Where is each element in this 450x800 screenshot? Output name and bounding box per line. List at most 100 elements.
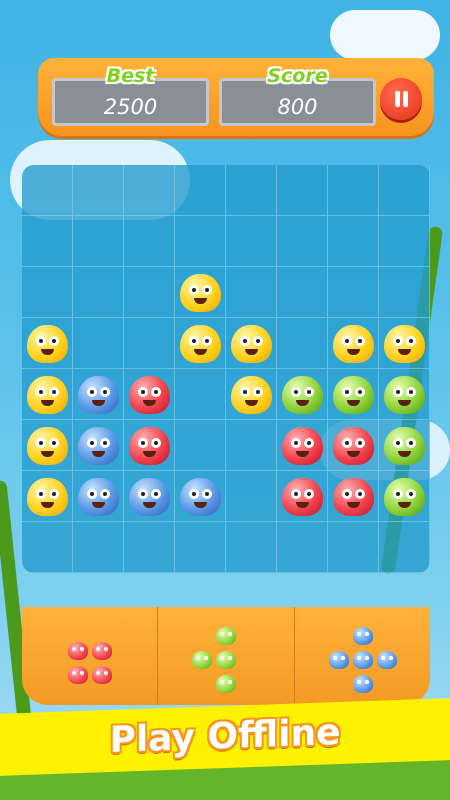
tray-slot-1[interactable] <box>22 607 159 705</box>
board-cell[interactable] <box>124 318 175 369</box>
board-cell[interactable] <box>22 216 73 267</box>
board-cell[interactable] <box>175 216 226 267</box>
green-monster-tile <box>384 376 425 414</box>
board-cell[interactable] <box>73 522 124 573</box>
board-cell[interactable] <box>175 369 226 420</box>
board-cell[interactable] <box>175 165 226 216</box>
blue-mini-monster <box>352 627 373 645</box>
board-cell[interactable] <box>175 420 226 471</box>
board-cell[interactable] <box>379 420 430 471</box>
red-mini-monster <box>68 666 88 684</box>
score-label: Score <box>267 65 328 87</box>
board-cell[interactable] <box>277 318 328 369</box>
board-cell[interactable] <box>226 522 277 573</box>
board-cell[interactable] <box>328 267 379 318</box>
board-cell[interactable] <box>175 318 226 369</box>
board-cell[interactable] <box>226 471 277 522</box>
board-cell[interactable] <box>277 267 328 318</box>
board-cell[interactable] <box>328 420 379 471</box>
red-monster-tile <box>282 427 323 465</box>
blue-monster-tile <box>78 478 119 516</box>
board-cell[interactable] <box>328 522 379 573</box>
board-cell[interactable] <box>73 165 124 216</box>
board-cell[interactable] <box>226 165 277 216</box>
blue-monster-tile <box>180 478 221 516</box>
green-monster-tile <box>384 427 425 465</box>
board-cell[interactable] <box>73 369 124 420</box>
yellow-monster-tile <box>180 325 221 363</box>
game-board[interactable] <box>22 165 430 573</box>
blue-mini-monster <box>376 651 397 669</box>
board-cell[interactable] <box>22 318 73 369</box>
board-cell[interactable] <box>73 267 124 318</box>
board-cell[interactable] <box>175 267 226 318</box>
best-value: 2500 <box>103 95 158 119</box>
blue-mini-monster <box>328 651 349 669</box>
board-cell[interactable] <box>175 471 226 522</box>
yellow-monster-tile <box>180 274 221 312</box>
tray-slot-2[interactable] <box>158 607 295 705</box>
board-cell[interactable] <box>328 471 379 522</box>
cloud-decoration <box>330 10 440 60</box>
board-cell[interactable] <box>73 420 124 471</box>
board-cell[interactable] <box>22 267 73 318</box>
board-cell[interactable] <box>379 165 430 216</box>
board-cell[interactable] <box>73 318 124 369</box>
green-monster-tile <box>384 478 425 516</box>
yellow-monster-tile <box>27 478 68 516</box>
score-value: 800 <box>277 95 318 119</box>
board-cell[interactable] <box>379 318 430 369</box>
board-cell[interactable] <box>22 165 73 216</box>
green-mini-monster <box>216 675 237 693</box>
board-cell[interactable] <box>379 522 430 573</box>
blue-mini-monster <box>352 651 373 669</box>
pause-button[interactable] <box>380 78 422 120</box>
board-cell[interactable] <box>124 165 175 216</box>
board-cell[interactable] <box>379 369 430 420</box>
board-cell[interactable] <box>328 369 379 420</box>
board-cell[interactable] <box>277 522 328 573</box>
board-cell[interactable] <box>379 471 430 522</box>
board-cell[interactable] <box>379 267 430 318</box>
board-cell[interactable] <box>328 216 379 267</box>
board-cell[interactable] <box>226 318 277 369</box>
blue-monster-tile <box>129 478 170 516</box>
score-panel: Best 2500 Score 800 <box>38 58 434 136</box>
board-cell[interactable] <box>277 216 328 267</box>
board-cell[interactable] <box>277 165 328 216</box>
board-cell[interactable] <box>175 522 226 573</box>
board-cell[interactable] <box>124 369 175 420</box>
board-cell[interactable] <box>22 471 73 522</box>
red-monster-tile <box>333 427 374 465</box>
board-cell[interactable] <box>226 420 277 471</box>
board-cell[interactable] <box>328 165 379 216</box>
board-cell[interactable] <box>124 216 175 267</box>
tray-slot-3[interactable] <box>295 607 430 705</box>
board-cell[interactable] <box>124 471 175 522</box>
board-cell[interactable] <box>124 522 175 573</box>
board-cell[interactable] <box>277 471 328 522</box>
best-label: Best <box>106 65 155 87</box>
blue-mini-monster <box>352 675 373 693</box>
board-cell[interactable] <box>277 420 328 471</box>
yellow-monster-tile <box>27 325 68 363</box>
green-monster-tile <box>282 376 323 414</box>
board-cell[interactable] <box>226 216 277 267</box>
board-cell[interactable] <box>22 369 73 420</box>
board-cell[interactable] <box>379 216 430 267</box>
board-cell[interactable] <box>22 522 73 573</box>
board-cell[interactable] <box>328 318 379 369</box>
current-score-box: Score 800 <box>219 65 376 126</box>
board-cell[interactable] <box>22 420 73 471</box>
board-cell[interactable] <box>277 369 328 420</box>
green-monster-tile <box>333 376 374 414</box>
board-cell[interactable] <box>73 216 124 267</box>
board-cell[interactable] <box>226 267 277 318</box>
green-mini-monster <box>216 651 237 669</box>
yellow-monster-tile <box>231 376 272 414</box>
board-cell[interactable] <box>226 369 277 420</box>
board-cell[interactable] <box>73 471 124 522</box>
yellow-monster-tile <box>231 325 272 363</box>
board-cell[interactable] <box>124 420 175 471</box>
board-cell[interactable] <box>124 267 175 318</box>
